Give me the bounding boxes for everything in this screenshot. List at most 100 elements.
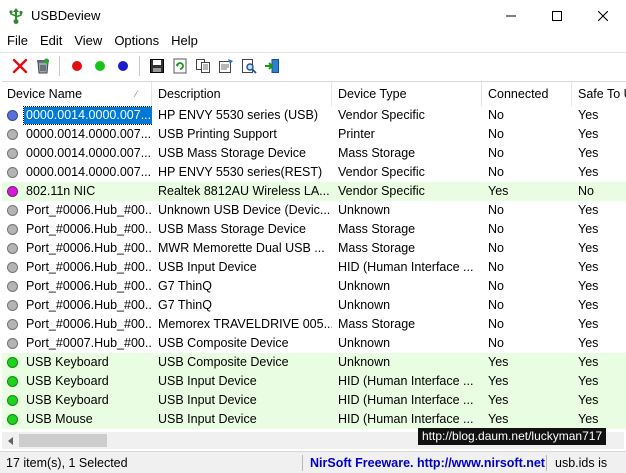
copy-button[interactable] [191,55,214,78]
save-icon [149,59,164,73]
column-header-safe-to-unplug[interactable]: Safe To U [572,82,626,106]
table-row[interactable]: Port_#0006.Hub_#00... G7 ThinQ Unknown No Ye… [2,296,626,315]
cell-connected: No [488,203,504,217]
cell-description: USB Composite Device [158,336,289,350]
table-row[interactable]: 0000.0014.0000.007.... HP ENVY 5530 serie… [2,106,626,125]
disconnect-button[interactable] [8,55,31,78]
cell-safe-to-unplug: Yes [578,222,599,236]
table-row[interactable]: Port_#0006.Hub_#00... Unknown USB Device … [2,201,626,220]
menu-help[interactable]: Help [165,31,204,51]
item-count: 17 item(s), 1 Selected [6,456,128,470]
menu-file[interactable]: File [0,31,34,51]
cell-connected: Yes [488,355,509,369]
cell-device-type: Mass Storage [338,241,416,255]
properties-button[interactable] [214,55,237,78]
device-name-text: Port_#0007.Hub_#00... [26,336,152,350]
search-button[interactable] [237,55,260,78]
cell-description: USB Printing Support [158,127,277,141]
column-header-description[interactable]: Description [152,82,332,106]
device-status-dot-icon [7,205,18,216]
device-status-dot-icon [7,357,18,368]
table-row[interactable]: Port_#0007.Hub_#00... USB Composite Devic… [2,334,626,353]
cell-device-type: HID (Human Interface ... [338,393,474,407]
cell-safe-to-unplug: Yes [578,393,599,407]
device-status-dot-icon [7,186,18,197]
cell-device-name: Port_#0006.Hub_#00... [2,258,152,277]
cell-safe-to-unplug: Yes [578,374,599,388]
cell-safe-to-unplug: Yes [578,165,599,179]
device-status-dot-icon [7,262,18,273]
device-name-text: USB Keyboard [26,393,109,407]
chevron-left-icon [7,436,13,445]
column-header-connected[interactable]: Connected [482,82,572,106]
device-list[interactable]: Device Name ∕ Description Device Type Co… [2,81,626,432]
table-row[interactable]: USB Mouse USB Input Device HID (Human Inte… [2,410,626,429]
device-name-text: USB Keyboard [26,374,109,388]
cell-device-type: Unknown [338,279,391,293]
table-row[interactable]: Port_#0006.Hub_#00... Memorex TRAVELDRIVE… [2,315,626,334]
uninstall-button[interactable] [31,55,54,78]
column-label: Device Name [7,87,83,101]
cell-connected: No [488,127,504,141]
green-dot-button[interactable] [88,55,111,78]
toolbar-separator [59,56,60,76]
table-row[interactable]: 0000.0014.0000.007.... USB Mass Storage D… [2,144,626,163]
cell-device-name: Port_#0006.Hub_#00... [2,220,152,239]
column-label: Safe To U [578,87,626,101]
cell-device-name: Port_#0006.Hub_#00... [2,277,152,296]
cell-device-name: USB Keyboard [2,372,152,391]
table-row[interactable]: 802.11n NIC Realtek 8812AU Wireless LA...… [2,182,626,201]
close-button[interactable] [580,0,626,31]
title-bar[interactable]: USBDeview [0,0,626,31]
menu-view[interactable]: View [68,31,108,51]
cell-description: HP ENVY 5530 series (USB) [158,108,319,122]
scrollbar-thumb[interactable] [19,434,107,447]
save-button[interactable] [145,55,168,78]
table-row[interactable]: USB Keyboard USB Input Device HID (Human I… [2,372,626,391]
cell-connected: No [488,108,504,122]
refresh-button[interactable] [168,55,191,78]
cell-connected: Yes [488,184,509,198]
cell-device-type: Vendor Specific [338,108,425,122]
device-status-dot-icon [7,167,18,178]
red-dot-button[interactable] [65,55,88,78]
minimize-button[interactable] [488,0,534,31]
cell-device-name: 802.11n NIC [2,182,152,201]
blue-dot-button[interactable] [111,55,134,78]
cell-description: Unknown USB Device (Devic... [158,203,331,217]
table-row[interactable]: USB Keyboard USB Composite Device Unknown Y… [2,353,626,372]
status-divider [546,455,547,471]
table-row[interactable]: Port_#0006.Hub_#00... USB Input Device HID… [2,258,626,277]
cell-device-type: Unknown [338,203,391,217]
cell-device-name: 0000.0014.0000.007.... [2,144,152,163]
device-status-dot-icon [7,110,18,121]
cell-safe-to-unplug: Yes [578,146,599,160]
column-label: Connected [488,87,549,101]
cell-safe-to-unplug: Yes [578,241,599,255]
scroll-left-button[interactable] [2,432,19,449]
exit-button[interactable] [260,55,283,78]
cell-device-name: USB Keyboard [2,353,152,372]
table-row[interactable]: 0000.0014.0000.007.... USB Printing Suppo… [2,125,626,144]
table-row[interactable]: Port_#0006.Hub_#00... USB Mass Storage De… [2,220,626,239]
table-row[interactable]: USB Keyboard USB Input Device HID (Human I… [2,391,626,410]
table-row[interactable]: 0000.0014.0000.007.... HP ENVY 5530 serie… [2,163,626,182]
table-row[interactable]: Port_#0006.Hub_#00... G7 ThinQ Unknown No Ye… [2,277,626,296]
device-status-dot-icon [7,338,18,349]
device-status-dot-icon [7,281,18,292]
status-divider [302,455,303,471]
table-row[interactable]: Port_#0006.Hub_#00... MWR Memorette Dual … [2,239,626,258]
column-header-device-type[interactable]: Device Type [332,82,482,106]
menu-options[interactable]: Options [108,31,165,51]
device-status-dot-icon [7,224,18,235]
nirsoft-link[interactable]: NirSoft Freeware. http://www.nirsoft.net [310,452,545,473]
column-header-device-name[interactable]: Device Name ∕ [2,82,152,106]
menu-edit[interactable]: Edit [34,31,68,51]
cell-connected: No [488,260,504,274]
toolbar [0,52,626,79]
device-name-text: USB Keyboard [26,355,109,369]
properties-icon [218,59,233,73]
column-label: Description [158,87,221,101]
copy-icon [195,59,210,73]
maximize-button[interactable] [534,0,580,31]
